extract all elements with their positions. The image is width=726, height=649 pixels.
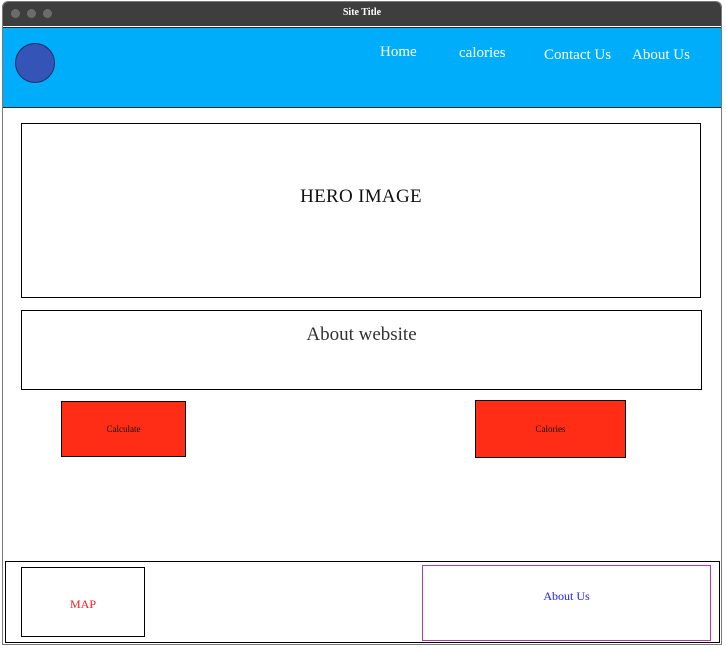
calories-button[interactable]: Calories <box>475 400 626 458</box>
nav-link-home[interactable]: Home <box>380 44 417 61</box>
footer-about-us-label: About Us <box>543 589 590 603</box>
site-navbar: Home calories Contact Us About Us <box>3 27 721 108</box>
about-website-section: About website <box>21 310 702 390</box>
hero-image-placeholder: HERO IMAGE <box>21 123 701 298</box>
calculate-button[interactable]: Calculate <box>61 401 186 457</box>
window-titlebar: Site Title <box>3 2 721 26</box>
footer-about-us-link[interactable]: About Us <box>422 565 711 641</box>
site-footer: MAP About Us <box>5 561 720 643</box>
window-title: Site Title <box>342 7 382 18</box>
about-website-heading: About website <box>306 324 417 345</box>
nav-link-contact-us[interactable]: Contact Us <box>544 47 611 64</box>
hero-image-label: HERO IMAGE <box>300 186 422 207</box>
browser-window: Site Title Home calories Contact Us Abou… <box>2 1 722 645</box>
map-placeholder: MAP <box>21 567 145 637</box>
nav-link-about-us[interactable]: About Us <box>632 47 690 64</box>
nav-link-calories[interactable]: calories <box>459 45 506 62</box>
map-label: MAP <box>69 597 96 611</box>
circle-logo-icon[interactable] <box>15 43 55 83</box>
